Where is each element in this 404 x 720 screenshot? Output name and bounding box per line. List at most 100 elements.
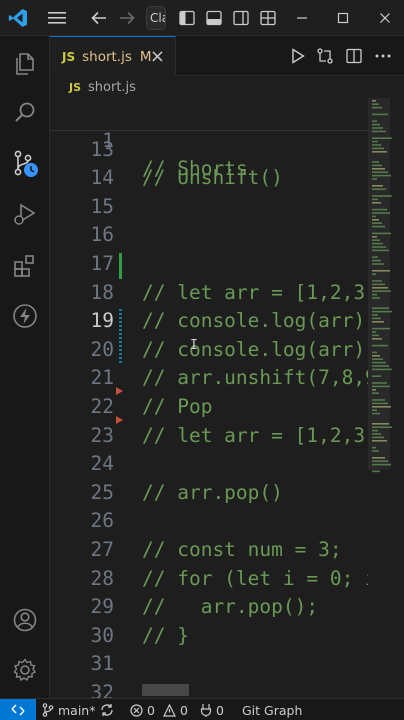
- ports-count: 0: [216, 702, 224, 718]
- sticky-line: 1 // Shorts: [50, 98, 368, 181]
- git-added-marker[interactable]: [119, 253, 122, 279]
- line-number: 17: [90, 252, 114, 275]
- code-line[interactable]: 18 // let arr = [1,2,3,4,5];: [50, 279, 368, 308]
- close-icon[interactable]: [370, 0, 400, 36]
- line-number: 23: [90, 423, 114, 447]
- line-text: // Shorts: [142, 157, 248, 181]
- code-line[interactable]: 26: [50, 507, 368, 536]
- code-line[interactable]: 21 // arr.unshift(7,8,9);: [50, 364, 368, 393]
- line-text: // const num = 3;: [142, 538, 342, 561]
- warning-count: 0: [179, 702, 188, 718]
- thunder-icon[interactable]: [0, 292, 50, 340]
- toggle-sidebar-icon[interactable]: [176, 0, 198, 36]
- code-line[interactable]: 24: [50, 450, 368, 479]
- status-bar: main* 0 0 0 Git Graph: [0, 698, 404, 720]
- settings-gear-icon[interactable]: [0, 646, 50, 694]
- code-line[interactable]: 23 // let arr = [1,2,3,4,5];: [50, 422, 368, 451]
- branch-indicator[interactable]: main*: [42, 699, 95, 720]
- code-line[interactable]: 16: [50, 221, 368, 250]
- line-text: // Pop: [142, 395, 213, 418]
- menu-icon[interactable]: [44, 0, 70, 36]
- code-line[interactable]: 20 // console.log(arr);: [50, 336, 368, 365]
- line-number: 19: [90, 309, 114, 333]
- extensions-icon[interactable]: [0, 242, 50, 290]
- tab-label: short.js: [82, 48, 132, 65]
- minimize-icon[interactable]: [287, 0, 317, 36]
- code-line[interactable]: 29 // arr.pop();: [50, 593, 368, 622]
- horizontal-scrollbar[interactable]: [142, 684, 189, 696]
- command-center-label: Cla: [150, 11, 165, 25]
- tab-bar: JS short.js M ×: [50, 36, 404, 76]
- account-icon[interactable]: [0, 596, 50, 644]
- tab-close-icon[interactable]: ×: [150, 46, 165, 67]
- line-text: // for (let i = 0; i < num; i++) {: [142, 566, 368, 590]
- run-debug-icon[interactable]: [0, 190, 50, 238]
- explorer-icon[interactable]: [0, 40, 50, 88]
- error-count: 0: [147, 702, 155, 718]
- source-control-icon[interactable]: [0, 140, 50, 188]
- line-text: // let arr = [1,2,3,4,5];: [142, 280, 368, 304]
- line-number: 18: [90, 280, 114, 304]
- customize-layout-icon[interactable]: [257, 0, 279, 36]
- code-line[interactable]: 30 // }: [50, 622, 368, 651]
- line-text: // console.log(arr);: [142, 309, 368, 333]
- code-line[interactable]: 28 // for (let i = 0; i < num; i++) {: [50, 565, 368, 594]
- line-text: // let arr = [1,2,3,4,5];: [142, 423, 368, 447]
- code-line[interactable]: 32: [50, 679, 368, 698]
- minimap-viewport[interactable]: [368, 98, 390, 470]
- breadcrumb[interactable]: JS short.js: [50, 76, 404, 98]
- line-number: 27: [90, 538, 114, 561]
- line-number: 26: [90, 509, 114, 533]
- activity-bar: [0, 36, 50, 698]
- split-editor-icon[interactable]: [342, 36, 366, 76]
- code-line[interactable]: 15: [50, 193, 368, 222]
- js-file-icon: JS: [69, 80, 82, 94]
- line-number: 32: [90, 681, 114, 698]
- line-number: 28: [90, 566, 114, 590]
- branch-name: main*: [58, 702, 96, 718]
- line-number: 29: [90, 595, 114, 619]
- line-number: 16: [90, 223, 114, 247]
- run-file-icon[interactable]: [286, 36, 310, 76]
- line-text: // }: [142, 623, 189, 647]
- js-file-icon: JS: [62, 49, 76, 64]
- command-center[interactable]: Cla: [146, 6, 166, 30]
- code-line[interactable]: 25 // arr.pop(): [50, 479, 368, 508]
- line-text: // arr.unshift(7,8,9);: [142, 366, 368, 390]
- warning-icon: [162, 703, 176, 717]
- breadcrumb-file[interactable]: short.js: [88, 80, 136, 95]
- sticky-scroll[interactable]: 1 // Shorts: [50, 98, 368, 181]
- more-actions-icon[interactable]: [370, 36, 396, 76]
- git-graph-button[interactable]: Git Graph: [242, 699, 302, 720]
- git-deleted-marker[interactable]: [116, 416, 124, 424]
- code-line[interactable]: 17: [50, 250, 368, 279]
- code-line[interactable]: 31: [50, 650, 368, 679]
- problems-indicator[interactable]: 0 0: [130, 699, 188, 720]
- tab-short-js[interactable]: JS short.js M ×: [50, 36, 176, 76]
- ports-indicator[interactable]: 0: [200, 699, 224, 720]
- error-icon: [130, 703, 143, 717]
- toggle-secondary-sidebar-icon[interactable]: [230, 0, 252, 36]
- git-deleted-marker[interactable]: [116, 387, 124, 395]
- code-editor[interactable]: 13 14// Unshift() 15 16 17 18// let arr = [1,…: [50, 98, 404, 698]
- line-number: 22: [90, 395, 114, 418]
- forward-arrow-icon[interactable]: [116, 0, 138, 36]
- vscode-logo[interactable]: [8, 8, 28, 28]
- git-modified-marker[interactable]: [119, 309, 122, 363]
- back-arrow-icon[interactable]: [88, 0, 110, 36]
- line-number: 24: [90, 452, 114, 476]
- search-icon[interactable]: [0, 88, 50, 136]
- sync-icon[interactable]: [100, 699, 114, 720]
- line-text: // console.log(arr);: [142, 337, 368, 361]
- remote-indicator[interactable]: [0, 699, 36, 720]
- toggle-panel-icon[interactable]: [203, 0, 225, 36]
- code-line[interactable]: 22 // Pop: [50, 393, 368, 422]
- compare-changes-icon[interactable]: [312, 36, 338, 76]
- line-text: // arr.pop();: [142, 595, 319, 619]
- code-line[interactable]: 27 // const num = 3;: [50, 536, 368, 565]
- remote-icon: [11, 704, 25, 716]
- minimap-line: [372, 470, 380, 473]
- maximize-icon[interactable]: [328, 0, 358, 36]
- code-line[interactable]: 19 // console.log(arr);: [50, 307, 368, 336]
- title-bar: Cla: [0, 0, 404, 36]
